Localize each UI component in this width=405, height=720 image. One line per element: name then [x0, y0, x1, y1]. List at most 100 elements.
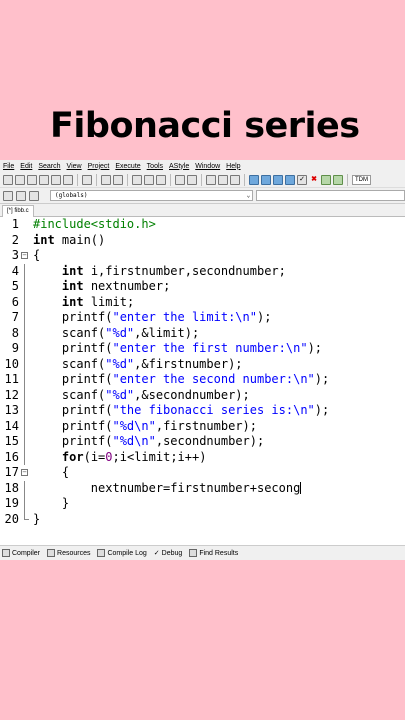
- line-number: 5: [11, 279, 19, 293]
- code-text: {: [33, 465, 69, 481]
- tab-resources[interactable]: Resources: [47, 549, 90, 557]
- compile-log-icon: [97, 549, 106, 557]
- menu-item-execute[interactable]: Execute: [112, 163, 143, 170]
- menu-item-tools[interactable]: Tools: [144, 163, 166, 170]
- line-number: 18: [4, 480, 19, 495]
- compile-icon[interactable]: [249, 174, 259, 185]
- code-token: int: [61, 279, 84, 293]
- menu-item-edit[interactable]: Edit: [17, 163, 35, 170]
- rebuild-icon[interactable]: [285, 174, 295, 185]
- unindent-icon[interactable]: [187, 174, 197, 185]
- line-number: 9: [11, 341, 19, 355]
- menu-item-search[interactable]: Search: [35, 163, 63, 170]
- close-all-icon[interactable]: [63, 174, 73, 185]
- code-token: (i=: [83, 449, 106, 464]
- code-line: 20}: [0, 511, 405, 528]
- code-editor[interactable]: 1 #include<stdio.h> 2 int main() 3−{4 int i,…: [0, 217, 405, 543]
- code-token: for: [61, 449, 84, 464]
- code-text: scanf("%d",&limit);: [33, 326, 199, 342]
- line-number: 15: [4, 434, 19, 448]
- fold-toggle-icon[interactable]: −: [21, 252, 28, 259]
- code-line: 6 int limit;: [0, 294, 405, 310]
- goto-line-icon[interactable]: [230, 174, 240, 185]
- undo-icon[interactable]: [101, 174, 111, 185]
- menu-item-file[interactable]: File: [0, 163, 17, 170]
- open-file-icon[interactable]: [15, 174, 25, 185]
- insert-icon[interactable]: [16, 190, 26, 201]
- goto-icon[interactable]: [29, 190, 39, 201]
- menu-item-astyle[interactable]: AStyle: [166, 163, 192, 170]
- fold-guide: [24, 403, 25, 419]
- resources-icon: [47, 549, 56, 557]
- scope-select[interactable]: (globals) ⌄: [50, 190, 254, 201]
- menu-item-help[interactable]: Help: [223, 163, 243, 170]
- tab-debug[interactable]: ✓ Debug: [153, 549, 183, 558]
- line-number: 17: [4, 465, 19, 479]
- code-text: printf("%d\n",secondnumber);: [33, 434, 264, 450]
- menu-item-view[interactable]: View: [64, 163, 85, 170]
- tab-compiler[interactable]: Compiler: [2, 549, 40, 557]
- save-all-icon[interactable]: [39, 174, 49, 185]
- tab-debug-label: Debug: [161, 549, 183, 557]
- new-class-icon[interactable]: [3, 190, 13, 201]
- compiler-icon: [2, 549, 10, 557]
- menu-bar: File Edit Search View Project Execute Tools ASt…: [0, 160, 405, 172]
- debug-check-icon: ✓: [153, 550, 160, 557]
- profile-icon[interactable]: [333, 174, 343, 185]
- fold-guide: [24, 294, 25, 310]
- fold-toggle-icon[interactable]: −: [21, 469, 28, 476]
- compiler-select[interactable]: TDM: [352, 174, 371, 185]
- code-token: }: [33, 496, 70, 510]
- code-text: int main(): [33, 233, 105, 249]
- toolbar-separator: [347, 173, 348, 186]
- fold-guide: [24, 279, 25, 295]
- secondary-toolbar: (globals) ⌄: [0, 188, 405, 204]
- toolbar-separator: [127, 173, 128, 186]
- fold-guide: [24, 449, 25, 465]
- code-token: "%d": [105, 356, 135, 371]
- syntax-check-icon[interactable]: ✓: [297, 174, 307, 185]
- menu-item-window[interactable]: Window: [192, 163, 223, 170]
- code-token: printf(: [33, 434, 113, 448]
- code-token: {: [33, 465, 70, 479]
- fold-guide: [24, 263, 25, 279]
- menu-item-project[interactable]: Project: [85, 163, 113, 170]
- indent-icon[interactable]: [175, 174, 185, 185]
- file-tab-bar: [*] fibb.c: [0, 204, 405, 217]
- code-line: 10 scanf("%d",&firstnumber);: [0, 356, 405, 372]
- symbol-select[interactable]: [256, 190, 405, 201]
- stop-icon[interactable]: ✖: [309, 175, 319, 185]
- print-icon[interactable]: [82, 174, 92, 185]
- save-icon[interactable]: [27, 174, 37, 185]
- code-token: scanf(: [33, 387, 106, 402]
- code-token: ;i<limit;i++): [112, 449, 207, 464]
- tab-compile-log[interactable]: Compile Log: [97, 549, 147, 557]
- scope-select-value: (globals): [55, 192, 88, 199]
- tab-find-results[interactable]: Find Results: [189, 549, 238, 557]
- close-file-icon[interactable]: [51, 174, 61, 185]
- redo-icon[interactable]: [113, 174, 123, 185]
- toggle-bookmark-icon[interactable]: [206, 174, 216, 185]
- code-token: ,firstnumber);: [155, 418, 257, 433]
- code-text: #include<stdio.h>: [33, 217, 156, 233]
- tab-find-results-label: Find Results: [199, 549, 239, 557]
- code-line: 1 #include<stdio.h>: [0, 217, 405, 233]
- tab-compile-log-label: Compile Log: [107, 549, 147, 557]
- find-next-icon[interactable]: [156, 174, 166, 185]
- goto-bookmark-icon[interactable]: [218, 174, 228, 185]
- find-icon[interactable]: [132, 174, 142, 185]
- code-line: 15 printf("%d\n",secondnumber);: [0, 434, 405, 450]
- code-token: main(): [54, 232, 106, 247]
- run-icon[interactable]: [261, 174, 271, 185]
- compile-run-icon[interactable]: [273, 174, 283, 185]
- replace-icon[interactable]: [144, 174, 154, 185]
- code-text: {: [33, 248, 40, 264]
- code-line: 16 for(i=0;i<limit;i++): [0, 449, 405, 465]
- tab-compiler-label: Compiler: [12, 549, 41, 557]
- tab-fibb-c[interactable]: [*] fibb.c: [2, 205, 34, 217]
- code-text: printf("the fibonacci series is:\n");: [33, 403, 329, 419]
- chart-icon[interactable]: [321, 174, 331, 185]
- new-file-icon[interactable]: [3, 174, 13, 185]
